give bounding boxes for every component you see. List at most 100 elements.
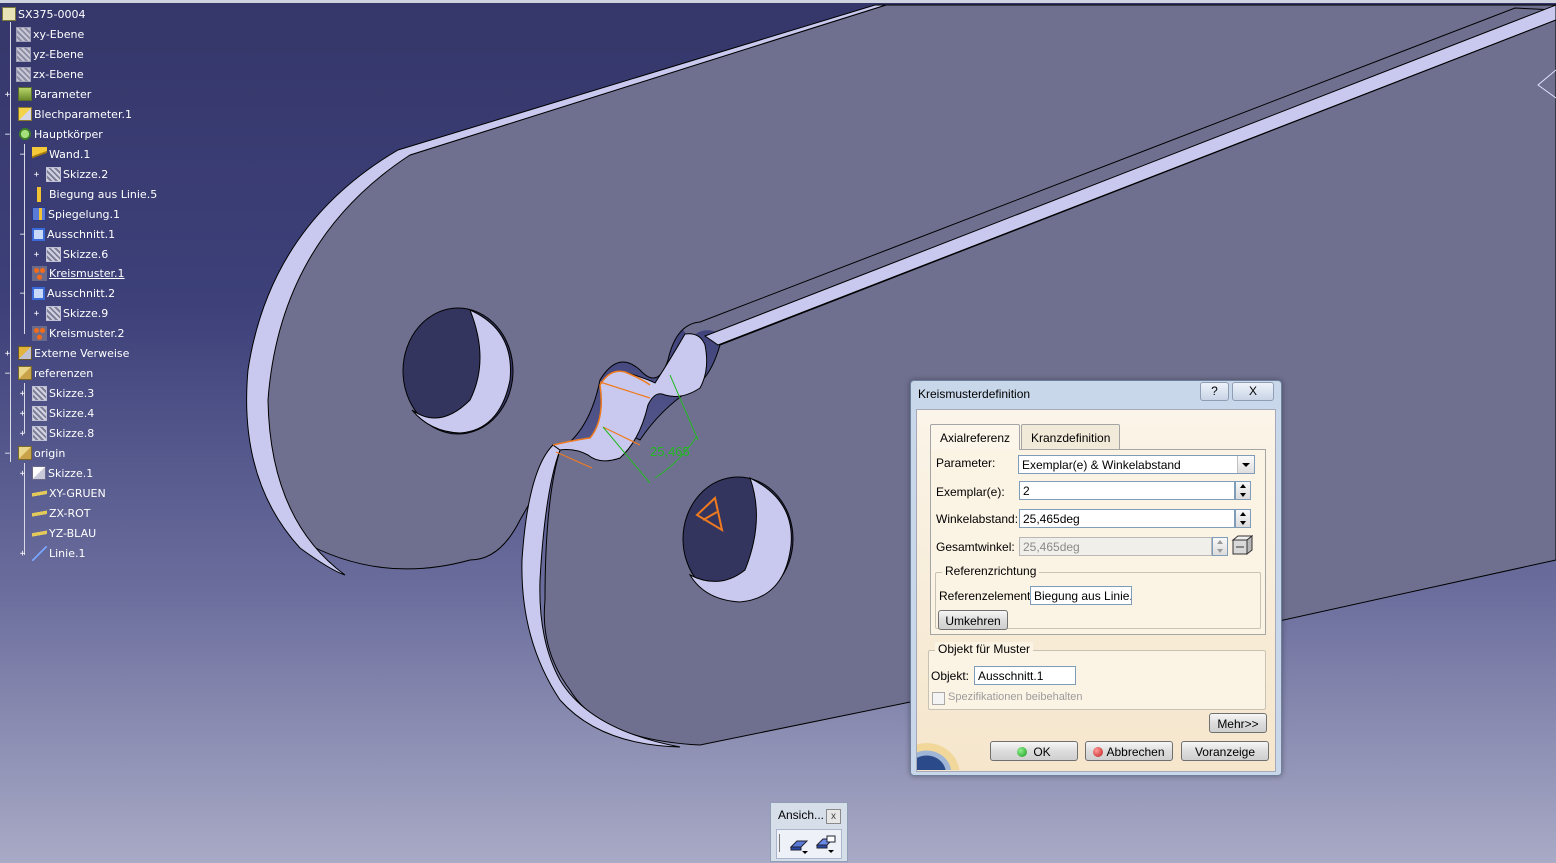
sketch-icon — [32, 425, 47, 441]
collapse-toggle[interactable]: − — [4, 450, 11, 459]
collapse-toggle[interactable]: − — [4, 131, 11, 140]
tree-item-yz-ebene[interactable]: yz-Ebene — [16, 45, 85, 63]
close-icon[interactable]: x — [826, 809, 841, 824]
tree-item-label: Skizze.6 — [63, 247, 109, 261]
expand-toggle[interactable]: + — [19, 550, 26, 559]
sketch-icon — [46, 305, 61, 321]
external-references-icon — [18, 346, 32, 360]
preview-button[interactable]: Voranzeige — [1181, 741, 1269, 761]
tab-kranzdefinition[interactable]: Kranzdefinition — [1021, 424, 1121, 449]
tree-item-kreismuster-2[interactable]: Kreismuster.2 — [32, 324, 126, 342]
collapse-toggle[interactable]: − — [19, 290, 26, 299]
tree-item-blechparameter[interactable]: Blechparameter.1 — [18, 105, 133, 123]
tree-item-label: Skizze.9 — [63, 306, 109, 320]
circular-pattern-icon — [32, 325, 47, 341]
expand-toggle[interactable]: + — [33, 310, 40, 319]
view-toolbar-title: Ansich... — [778, 808, 825, 822]
plane-icon — [16, 26, 31, 42]
bend-icon — [32, 186, 47, 202]
tree-item-externe-verweise[interactable]: Externe Verweise — [18, 344, 130, 362]
expand-toggle[interactable]: + — [33, 251, 40, 260]
tree-item-skizze-8[interactable]: Skizze.8 — [32, 424, 95, 442]
expand-toggle[interactable]: + — [33, 171, 40, 180]
tree-item-referenzen[interactable]: referenzen — [18, 364, 94, 382]
tree-item-hauptkoerper[interactable]: Hauptkörper — [18, 125, 104, 143]
circular-pattern-dialog: Kreismusterdefinition ? X Axialreferenz … — [910, 380, 1282, 776]
more-button[interactable]: Mehr>> — [1209, 713, 1267, 733]
tree-item-ausschnitt-1[interactable]: Ausschnitt.1 — [32, 225, 116, 243]
parameter-select[interactable]: Exemplar(e) & Winkelabstand — [1018, 455, 1255, 474]
total-angle-label: Gesamtwinkel: — [936, 540, 1015, 554]
tree-item-zx-ebene[interactable]: zx-Ebene — [16, 65, 85, 83]
circular-pattern-icon — [32, 265, 47, 281]
tree-item-xy-ebene[interactable]: xy-Ebene — [16, 25, 85, 43]
tree-item-skizze-3[interactable]: Skizze.3 — [32, 384, 95, 402]
tree-item-linie-1[interactable]: Linie.1 — [32, 544, 86, 562]
tree-item-label: Skizze.4 — [49, 406, 95, 420]
tree-item-label: Kreismuster.1 — [49, 266, 125, 280]
collapse-toggle[interactable]: − — [4, 370, 11, 379]
expand-toggle[interactable]: + — [4, 91, 11, 100]
tree-item-skizze-1[interactable]: Skizze.1 — [32, 464, 94, 482]
tree-line — [10, 22, 11, 462]
tree-item-skizze-6[interactable]: Skizze.6 — [46, 245, 109, 263]
expand-toggle[interactable]: + — [19, 390, 26, 399]
tree-item-label: ZX-ROT — [49, 506, 91, 520]
tree-item-label: Blechparameter.1 — [34, 107, 132, 121]
geometrical-set-icon — [18, 446, 32, 460]
reference-element-field[interactable]: Biegung aus Linie. — [1030, 586, 1132, 605]
instances-spinner[interactable] — [1235, 481, 1251, 500]
tree-item-xy-gruen[interactable]: XY-GRUEN — [32, 484, 107, 502]
sketch-icon — [32, 385, 47, 401]
tree-item-zx-rot[interactable]: ZX-ROT — [32, 504, 92, 522]
expand-toggle[interactable]: + — [19, 430, 26, 439]
angular-spacing-spinner[interactable] — [1235, 509, 1251, 528]
logo-icon — [917, 738, 965, 770]
object-field[interactable]: Ausschnitt.1 — [974, 666, 1076, 685]
tree-item-yz-blau[interactable]: YZ-BLAU — [32, 524, 97, 542]
tree-item-kreismuster-1[interactable]: Kreismuster.1 — [32, 264, 126, 282]
keep-specifications-checkbox[interactable] — [932, 692, 945, 705]
tree-item-label: Parameter — [34, 87, 92, 101]
tree-item-skizze-9[interactable]: Skizze.9 — [46, 304, 109, 322]
dimension-label[interactable]: 25,465 — [650, 444, 690, 459]
part-geometry[interactable]: 25,465 — [0, 0, 1556, 863]
collapse-toggle[interactable]: − — [19, 151, 26, 160]
partbody-icon — [18, 127, 32, 141]
tree-item-ausschnitt-2[interactable]: Ausschnitt.2 — [32, 284, 116, 302]
expand-toggle[interactable]: + — [4, 350, 11, 359]
reverse-button[interactable]: Umkehren — [938, 610, 1008, 630]
view-toolbar-buttons — [776, 829, 842, 859]
tree-item-skizze-2[interactable]: Skizze.2 — [46, 165, 109, 183]
ok-button[interactable]: OK — [990, 741, 1078, 761]
tree-item-label: Biegung aus Linie.5 — [49, 187, 158, 201]
tree-item-biegung[interactable]: Biegung aus Linie.5 — [32, 185, 158, 203]
chevron-down-icon[interactable] — [1237, 456, 1254, 473]
sketch-icon — [32, 405, 47, 421]
angular-spacing-field[interactable]: 25,465deg — [1019, 509, 1235, 528]
collapse-toggle[interactable]: − — [19, 231, 26, 240]
tab-axialreferenz[interactable]: Axialreferenz — [930, 424, 1021, 450]
close-button[interactable]: X — [1232, 382, 1274, 401]
tree-item-parameter[interactable]: Parameter — [18, 85, 92, 103]
instances-field[interactable]: 2 — [1019, 481, 1235, 500]
total-angle-spinner — [1212, 537, 1228, 556]
3d-viewport[interactable]: 25,465 — [0, 0, 1556, 863]
tree-item-skizze-4[interactable]: Skizze.4 — [32, 404, 95, 422]
measure-icon[interactable] — [1231, 534, 1254, 557]
tree-item-spiegelung[interactable]: Spiegelung.1 — [32, 205, 121, 223]
tree-item-label: xy-Ebene — [33, 27, 85, 41]
cancel-button[interactable]: Abbrechen — [1085, 741, 1173, 761]
tree-item-wand[interactable]: Wand.1 — [32, 145, 91, 163]
render-style-icon[interactable] — [815, 834, 837, 854]
tree-root[interactable]: SX375-0004 — [2, 5, 86, 23]
part-icon — [2, 7, 16, 21]
cancel-icon — [1093, 747, 1104, 757]
tree-item-origin[interactable]: origin — [18, 444, 66, 462]
tree-item-label: XY-GRUEN — [49, 486, 106, 500]
expand-toggle[interactable]: + — [19, 410, 26, 419]
expand-toggle[interactable]: + — [19, 470, 26, 479]
tree-item-label: yz-Ebene — [33, 47, 84, 61]
help-button[interactable]: ? — [1200, 382, 1229, 401]
view-mode-icon[interactable] — [789, 835, 811, 855]
